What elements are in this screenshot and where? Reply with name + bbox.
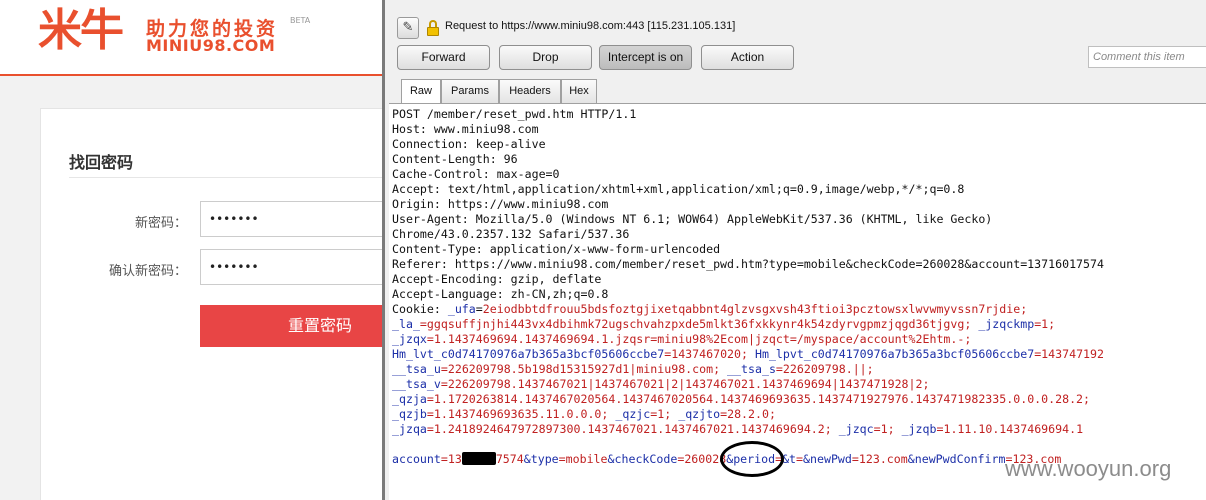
watermark: www.wooyun.org xyxy=(1005,456,1172,481)
new-password-label: 新密码： xyxy=(134,216,187,231)
cookie-line: _la_=ggqsuffjnjhi443vx4dbihmk72ugschvahz… xyxy=(392,317,1055,332)
request-header-line: Content-Length: 96 xyxy=(392,152,518,166)
param-key: _jzqckmp xyxy=(971,317,1035,331)
param-value: =226209798.||; xyxy=(775,362,874,376)
param-key: __tsa_u xyxy=(392,362,441,376)
param-value: =1; xyxy=(650,407,672,421)
tab-params[interactable]: Params xyxy=(441,79,499,103)
param-key: _jzqb xyxy=(894,422,937,436)
header-name: = xyxy=(475,302,483,316)
request-header-line: Origin: https://www.miniu98.com xyxy=(392,197,609,211)
action-button[interactable]: Action xyxy=(701,45,794,70)
param-value: =1.1720263814.1437467020564.143746702056… xyxy=(426,392,1091,406)
param-value: =1.1437469694.1437469694.1.jzqsr=miniu98… xyxy=(426,332,972,346)
param-key: _jzqa xyxy=(392,422,427,436)
param-value: =1437467020; xyxy=(664,347,748,361)
new-password-input[interactable]: ••••••• xyxy=(200,201,382,237)
redacted-block xyxy=(461,452,496,465)
param-value: =143747192 xyxy=(1034,347,1104,361)
website-panel: 米牛 助力您的投资 BETA MINIU98.COM 找回密码 新密码： •••… xyxy=(0,0,382,500)
header-name: Cookie: xyxy=(392,302,448,316)
confirm-password-label: 确认新密码： xyxy=(108,264,187,279)
param-value: =ggqsuffjnjhi443vx4dbihmk72ugschvahzpxde… xyxy=(419,317,972,331)
reset-password-button[interactable]: 重置密码 xyxy=(200,305,382,347)
forward-button[interactable]: Forward xyxy=(397,45,490,70)
request-header-line: Accept: text/html,application/xhtml+xml,… xyxy=(392,182,965,196)
param-key: _jzqx xyxy=(392,332,427,346)
cookie-line: _jzqa=1.2418924647972897300.1437467021.1… xyxy=(392,422,1083,437)
param-key: __tsa_s xyxy=(720,362,776,376)
form-divider xyxy=(69,177,382,178)
param-value: =1.1437469693635.11.0.0.0; xyxy=(426,407,609,421)
logo-mark[interactable]: 米牛 xyxy=(38,6,124,56)
param-value: =mobile xyxy=(558,452,608,466)
request-header-line: Referer: https://www.miniu98.com/member/… xyxy=(392,257,1104,271)
param-key: &t xyxy=(782,452,797,466)
tab-headers[interactable]: Headers xyxy=(499,79,561,103)
request-header-line: Chrome/43.0.2357.132 Safari/537.36 xyxy=(392,227,630,241)
param-key: _la_ xyxy=(392,317,420,331)
cookie-line: Cookie: _ufa=2eiodbbtdfrouu5bdsfoztgjixe… xyxy=(392,302,1027,317)
param-value: =28.2.0; xyxy=(720,407,776,421)
request-header-line: Accept-Encoding: gzip, deflate xyxy=(392,272,602,286)
param-value: =226209798.1437467021|1437467021|2|14374… xyxy=(440,377,930,391)
param-key: _jzqc xyxy=(831,422,874,436)
request-target: Request to https://www.miniu98.com:443 [… xyxy=(445,20,736,32)
cookie-line: __tsa_u=226209798.5b198d15315927d1|miniu… xyxy=(392,362,874,377)
cookie-line: _jzqx=1.1437469694.1437469694.1.jzqsr=mi… xyxy=(392,332,971,347)
param-key: _qzjc xyxy=(608,407,651,421)
param-value: =1.11.10.1437469694.1 xyxy=(936,422,1084,436)
cookie-line: Hm_lvt_c0d74170976a7b365a3bcf05606ccbe7=… xyxy=(392,347,1104,362)
param-value: =1.2418924647972897300.1437467021.143746… xyxy=(426,422,832,436)
param-value: =13 xyxy=(440,452,462,466)
param-key: Hm_lvt_c0d74170976a7b365a3bcf05606ccbe7 xyxy=(392,347,665,361)
beta-badge: BETA xyxy=(290,16,311,25)
param-key: _ufa xyxy=(447,302,476,316)
reset-password-card: 找回密码 新密码： ••••••• 确认新密码： ••••••• 重置密码 xyxy=(40,108,382,500)
cookie-line: _qzjb=1.1437469693635.11.0.0.0; _qzjc=1;… xyxy=(392,407,776,422)
param-key: &type xyxy=(523,452,559,466)
raw-request-editor[interactable]: POST /member/reset_pwd.htm HTTP/1.1 Host:… xyxy=(389,103,1206,500)
confirm-password-input[interactable]: ••••••• xyxy=(200,249,382,285)
param-value: 2eiodbbtdfrouu5bdsfoztgjixetqabbnt4glzvs… xyxy=(482,302,1028,316)
edit-pencil-icon[interactable]: ✎ xyxy=(397,17,419,39)
param-value: =226209798.5b198d15315927d1|miniu98.com; xyxy=(440,362,721,376)
comment-input[interactable]: Comment this item xyxy=(1088,46,1206,68)
form-title: 找回密码 xyxy=(69,153,134,172)
logo-domain: MINIU98.COM xyxy=(146,36,276,55)
site-header: 米牛 助力您的投资 BETA MINIU98.COM xyxy=(0,0,382,76)
param-key: account xyxy=(392,452,441,466)
request-header-line: Host: www.miniu98.com xyxy=(392,122,539,136)
tab-raw[interactable]: Raw xyxy=(401,79,441,104)
drop-button[interactable]: Drop xyxy=(499,45,592,70)
param-value: =260028 xyxy=(677,452,727,466)
param-value: 7574 xyxy=(495,452,524,466)
param-key: &checkCode xyxy=(607,452,678,466)
param-value: =123.com xyxy=(851,452,908,466)
tab-hex[interactable]: Hex xyxy=(561,79,597,103)
request-header-line: Connection: keep-alive xyxy=(392,137,546,151)
request-header-line: POST /member/reset_pwd.htm HTTP/1.1 xyxy=(392,107,637,121)
param-key: _qzja xyxy=(392,392,427,406)
highlight-circle xyxy=(720,441,784,477)
lock-icon xyxy=(427,20,439,36)
param-value: = xyxy=(796,452,804,466)
param-value: =1; xyxy=(873,422,895,436)
request-header-line: Cache-Control: max-age=0 xyxy=(392,167,560,181)
intercept-toggle-button[interactable]: Intercept is on xyxy=(599,45,692,70)
param-key: &newPwd xyxy=(803,452,852,466)
request-header-line: Accept-Language: zh-CN,zh;q=0.8 xyxy=(392,287,609,301)
param-key: Hm_lpvt_c0d74170976a7b365a3bcf05606ccbe7 xyxy=(748,347,1035,361)
param-key: __tsa_v xyxy=(392,377,441,391)
cookie-line: __tsa_v=226209798.1437467021|1437467021|… xyxy=(392,377,929,392)
request-header-line: Content-Type: application/x-www-form-url… xyxy=(392,242,721,256)
cookie-line: _qzja=1.1720263814.1437467020564.1437467… xyxy=(392,392,1090,407)
request-header-line: User-Agent: Mozilla/5.0 (Windows NT 6.1;… xyxy=(392,212,993,226)
param-key: _qzjb xyxy=(392,407,427,421)
param-key: &newPwdConfirm xyxy=(907,452,1006,466)
burp-proxy-panel: ✎ Request to https://www.miniu98.com:443… xyxy=(382,0,1206,500)
param-value: =1; xyxy=(1034,317,1056,331)
param-key: _qzjto xyxy=(671,407,721,421)
